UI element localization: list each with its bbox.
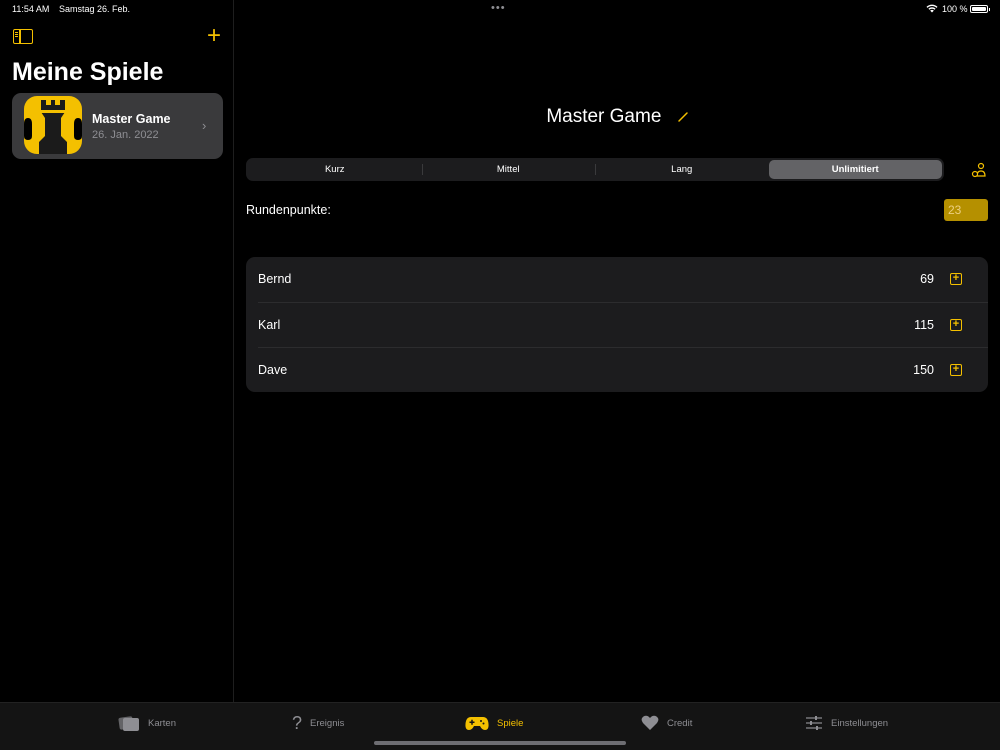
player-row: Bernd 69 + <box>246 257 988 302</box>
player-name: Dave <box>258 363 288 377</box>
tab-label: Credit <box>667 717 693 729</box>
player-score: 69 <box>920 272 934 286</box>
round-points-input[interactable]: 23 <box>944 199 988 221</box>
add-game-button[interactable]: + <box>205 24 223 48</box>
player-score: 150 <box>913 363 934 377</box>
tab-spiele[interactable]: Spiele <box>465 713 523 733</box>
home-indicator[interactable] <box>374 741 626 745</box>
segment-lang[interactable]: Lang <box>595 160 769 179</box>
add-points-icon[interactable]: + <box>950 273 962 285</box>
rook-icon <box>24 96 82 154</box>
tab-label: Karten <box>148 717 176 729</box>
tab-label: Einstellungen <box>831 717 889 729</box>
pencil-icon[interactable] <box>677 111 689 123</box>
game-length-segmented-control: Kurz Mittel Lang Unlimitiert <box>246 158 944 181</box>
tab-label: Ereignis <box>310 717 345 729</box>
question-icon: ? <box>292 712 303 733</box>
person-coin-icon[interactable] <box>971 162 987 178</box>
game-list-item[interactable]: Master Game 26. Jan. 2022 › <box>12 93 223 159</box>
game-title: Master Game <box>546 106 662 127</box>
player-score: 115 <box>914 318 934 332</box>
cards-icon <box>118 716 139 731</box>
player-row: Dave 150 + <box>258 347 988 392</box>
segment-kurz[interactable]: Kurz <box>248 160 422 179</box>
tab-ereignis[interactable]: ? Ereignis <box>292 713 344 733</box>
segment-unlimitiert[interactable]: Unlimitiert <box>768 160 942 179</box>
main-content: Master Game Kurz Mittel Lang Unlimitiert… <box>235 0 1000 702</box>
sidebar-toggle-icon[interactable] <box>13 29 33 44</box>
tab-label: Spiele <box>497 717 524 729</box>
player-name: Bernd <box>258 272 292 286</box>
heart-icon <box>641 715 659 730</box>
tab-credit[interactable]: Credit <box>641 713 692 733</box>
round-points-label: Rundenpunkte: <box>246 203 331 217</box>
player-name: Karl <box>258 318 281 332</box>
tab-karten[interactable]: Karten <box>118 713 176 733</box>
game-title-row: Master Game <box>235 106 1000 128</box>
sliders-icon <box>806 716 822 730</box>
add-points-icon[interactable]: + <box>950 319 962 331</box>
player-list: Bernd 69 + Karl 115 + Dave 150 + <box>246 257 988 392</box>
sidebar-title: Meine Spiele <box>12 58 164 86</box>
game-name: Master Game <box>92 112 171 126</box>
chevron-right-icon: › <box>202 118 207 133</box>
gamepad-icon <box>465 717 489 730</box>
game-date: 26. Jan. 2022 <box>92 129 159 141</box>
player-row: Karl 115 + <box>258 302 988 347</box>
tab-einstellungen[interactable]: Einstellungen <box>805 713 888 733</box>
sidebar: + Meine Spiele Master Game 26. Jan. 2022… <box>0 0 234 702</box>
segment-mittel[interactable]: Mittel <box>421 160 596 179</box>
add-points-icon[interactable]: + <box>950 364 962 376</box>
